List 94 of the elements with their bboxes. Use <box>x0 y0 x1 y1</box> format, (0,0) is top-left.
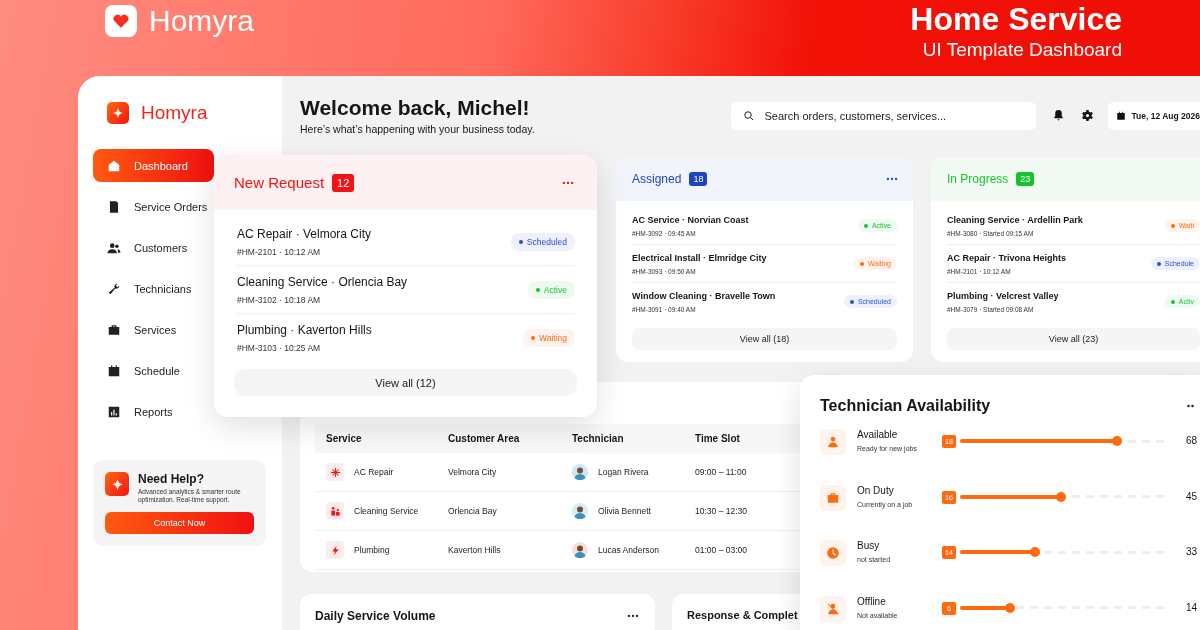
percent-text: 45 <box>1185 490 1198 502</box>
request-meta: #HM-3103 · 10:25 AM <box>237 342 322 353</box>
view-all-button[interactable]: View all (23) <box>947 328 1200 350</box>
request-title: Electrical Install · Elmridge City <box>632 252 767 263</box>
welcome-subtitle: Here’s what’s happening with your business today. <box>300 123 535 135</box>
people-icon <box>107 240 121 255</box>
person-off-icon <box>826 601 840 616</box>
table-cell: Cleaning Service <box>354 506 419 516</box>
view-all-button[interactable]: View all (12) <box>234 369 577 396</box>
card-title: Daily Service Volume <box>315 609 436 623</box>
heart-icon <box>112 12 130 30</box>
calendar-icon <box>1115 110 1126 121</box>
clock-icon <box>826 546 840 560</box>
sparkle-icon <box>112 107 124 119</box>
sparkle-icon <box>110 477 124 491</box>
card-title: In Progress <box>947 172 1009 186</box>
table-cell: Plumbing <box>354 545 390 555</box>
welcome-title: Welcome back, Michel! <box>300 96 531 120</box>
request-meta: #HM-2101 · 10:12 AM <box>237 246 322 257</box>
status-label: Offline <box>857 595 887 607</box>
count-badge: 18 <box>689 172 708 186</box>
view-all-button[interactable]: View all (18) <box>632 328 897 350</box>
banner-subtitle: UI Template Dashboard <box>922 38 1122 62</box>
contact-button[interactable]: Contact Now <box>105 512 254 534</box>
bar-chart-icon <box>107 404 121 419</box>
table-cell: Velmora City <box>448 467 497 477</box>
home-icon <box>107 158 121 173</box>
count-badge: 23 <box>1016 172 1035 186</box>
column-header: Customer Area <box>437 424 561 453</box>
table-cell: 01:00 – 03:00 <box>695 545 747 555</box>
document-icon <box>107 199 121 214</box>
sidebar-item[interactable]: Schedule <box>93 354 214 387</box>
status-badge: Waiting <box>522 328 575 347</box>
status-badge: Scheduled <box>510 232 575 251</box>
percent-text: 33 <box>1185 546 1198 557</box>
request-title: Window Cleaning · Bravelle Town <box>632 290 776 301</box>
banner-title: Home Service <box>910 0 1122 38</box>
request-title: Plumbing · Velcrest Valley <box>947 290 1059 301</box>
sidebar-item[interactable]: Reports <box>93 395 214 428</box>
brand-name: Homyra <box>149 4 254 38</box>
status-label: On Duty <box>857 484 895 496</box>
slider-thumb <box>1004 602 1015 613</box>
table-cell: AC Repair <box>354 467 394 477</box>
briefcase-icon <box>826 490 840 505</box>
date-button[interactable]: Tue, 12 Aug 2026 <box>1107 101 1200 130</box>
app-name: Homyra <box>141 102 208 124</box>
table-cell: 09:00 – 11:00 <box>695 467 747 477</box>
card-title: New Request <box>234 174 325 191</box>
request-title: AC Service · Norvian Coast <box>632 214 749 225</box>
status-label: Available <box>857 429 899 440</box>
status-label: Busy <box>857 540 881 551</box>
slider-thumb <box>1112 436 1123 446</box>
column-header: Service <box>315 424 437 453</box>
slider-thumb <box>1029 547 1040 557</box>
status-badge: Active <box>527 280 575 299</box>
sidebar-item[interactable]: Customers <box>93 231 214 264</box>
person-icon <box>826 435 840 449</box>
request-title: AC Repair · Trivona Heights <box>947 252 1067 263</box>
table-cell: Lucas Anderson <box>598 545 659 555</box>
wrench-icon <box>107 281 121 296</box>
table-cell: Logan Rivera <box>598 467 649 477</box>
percent-text: 68 <box>1185 435 1198 446</box>
help-title: Need Help? <box>138 472 205 486</box>
request-title: Plumbing · Kaverton Hills <box>237 322 372 337</box>
card-title: Technician Availability <box>820 397 991 415</box>
column-header: Technician <box>561 424 684 453</box>
request-title: AC Repair · Velmora City <box>237 226 372 241</box>
avatar-icon <box>572 464 588 480</box>
search-icon <box>742 109 755 122</box>
table-cell: Kaverton Hills <box>448 545 501 555</box>
sidebar-item[interactable]: Services <box>93 313 214 346</box>
percent-text: 14 <box>1185 601 1198 613</box>
request-title: Cleaning Service · Ardellin Park <box>947 214 1083 225</box>
bell-icon <box>1051 109 1065 122</box>
table-cell: Orlencia Bay <box>448 506 497 516</box>
avatar-icon <box>572 503 588 519</box>
briefcase-icon <box>107 322 121 337</box>
card-title: Assigned <box>632 172 682 186</box>
card-title: Response & Complet <box>687 609 798 621</box>
settings-icon <box>1080 109 1094 122</box>
sidebar-item[interactable]: Technicians <box>93 272 214 305</box>
avatar-icon <box>572 542 588 558</box>
request-title: Cleaning Service · Orlencia Bay <box>237 274 408 289</box>
slider-thumb <box>1056 491 1067 502</box>
sidebar-item[interactable]: Dashboard <box>93 149 214 182</box>
request-meta: #HM-3102 · 10:18 AM <box>237 294 322 305</box>
figures-icon <box>329 505 341 517</box>
search-field[interactable]: Search orders, customers, services... <box>730 101 1036 130</box>
table-cell: Olivia Bennett <box>598 506 651 516</box>
table-cell: 10:30 – 12:30 <box>695 506 747 516</box>
sidebar-item[interactable]: Service Orders <box>93 190 214 223</box>
count-badge: 12 <box>332 173 355 192</box>
calendar-icon <box>107 363 121 378</box>
snowflake-icon <box>329 466 341 478</box>
